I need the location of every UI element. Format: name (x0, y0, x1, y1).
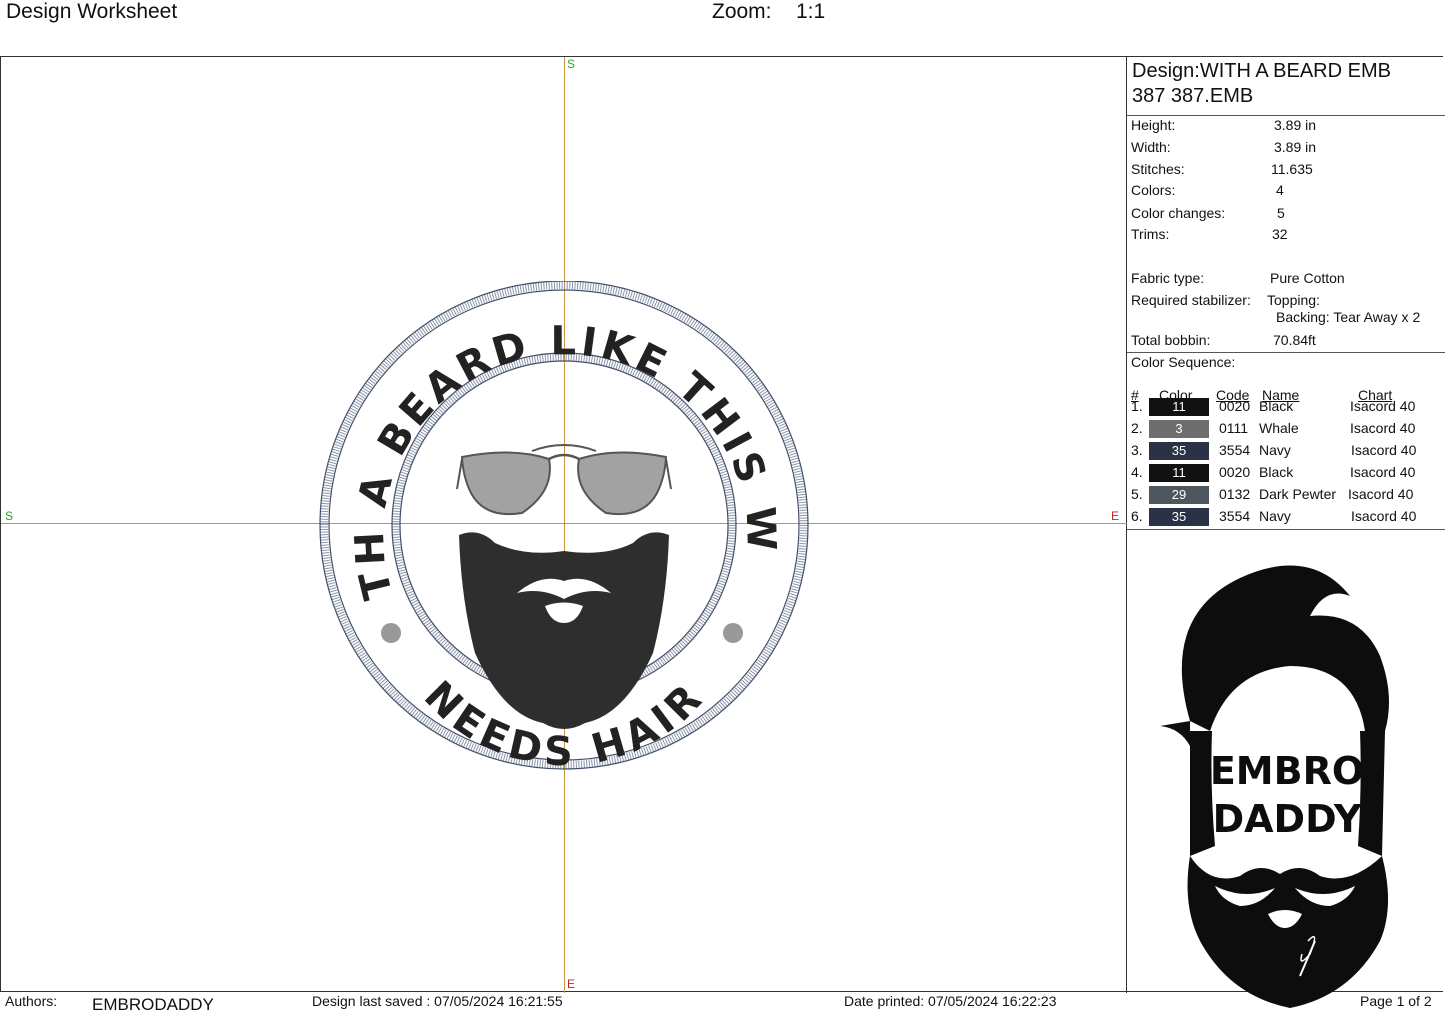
beard-mustache-icon (1187, 856, 1389, 1008)
seq-chart: Isacord 40 (1348, 486, 1414, 502)
color-swatch: 29 (1149, 486, 1209, 504)
seq-code: 3554 (1219, 508, 1251, 524)
color-swatch: 35 (1149, 508, 1209, 526)
stitch-dot-left (381, 623, 401, 643)
color-swatch: 11 (1149, 398, 1209, 416)
seq-num: 4. (1131, 464, 1143, 480)
seq-name: Black (1259, 398, 1294, 414)
color-sequence-row: 5. 29 0132 Dark Pewter Isacord 40 (1127, 484, 1445, 506)
seq-code: 0111 (1219, 420, 1249, 436)
page-number: Page 1 of 2 (1360, 993, 1432, 1009)
logo-line2: DADDY (1213, 797, 1362, 841)
seq-name: Black (1259, 464, 1294, 480)
seq-num: 2. (1131, 420, 1143, 436)
color-sequence-row: 6. 35 3554 Navy Isacord 40 (1127, 506, 1445, 528)
hair-icon (1160, 565, 1389, 746)
seq-code: 0020 (1219, 464, 1251, 480)
panel-divider (1127, 352, 1445, 353)
stabilizer-label: Required stabilizer: (1131, 292, 1251, 308)
seq-num: 1. (1131, 398, 1143, 414)
end-marker-right: E (1111, 509, 1120, 523)
seq-name: Dark Pewter (1259, 486, 1337, 502)
end-marker-bottom: E (567, 977, 576, 991)
sunglasses-icon (456, 444, 672, 515)
start-marker-top: S (567, 57, 576, 71)
prop-trims-label: Trims: (1131, 226, 1170, 242)
prop-stitches-value: 11.635 (1271, 161, 1313, 177)
prop-width-value: 3.89 in (1274, 139, 1317, 155)
logo-line1: EMBRO (1210, 749, 1364, 793)
seq-chart: Isacord 40 (1350, 464, 1416, 480)
fabric-value: Pure Cotton (1270, 270, 1345, 286)
authors-label: Authors: (5, 993, 58, 1009)
color-sequence-row: 4. 11 0020 Black Isacord 40 (1127, 462, 1445, 484)
prop-width-label: Width: (1131, 139, 1171, 155)
last-saved: Design last saved : 07/05/2024 16:21:55 (312, 993, 563, 1009)
color-sequence-row: 2. 3 0111 Whale Isacord 40 (1127, 418, 1445, 440)
prop-height-label: Height: (1131, 117, 1176, 133)
seq-code: 0132 (1219, 486, 1251, 502)
color-swatch: 11 (1149, 464, 1209, 482)
zoom-label: Zoom: (712, 0, 772, 23)
seq-num: 5. (1131, 486, 1143, 502)
bobbin-value: 70.84ft (1273, 332, 1316, 348)
prop-color-changes-label: Color changes: (1131, 205, 1226, 221)
prop-stitches-label: Stitches: (1131, 161, 1185, 177)
color-sequence-row: 1. 11 0020 Black Isacord 40 (1127, 396, 1445, 418)
zoom-value: 1:1 (796, 0, 826, 23)
bobbin-label: Total bobbin: (1131, 332, 1211, 348)
prop-trims-value: 32 (1272, 226, 1288, 242)
design-name: Design:WITH A BEARD EMB 387 387.EMB (1132, 60, 1391, 107)
topping-value: Topping: (1267, 292, 1320, 308)
beard-icon (459, 532, 669, 729)
stitch-dot-right (723, 623, 743, 643)
seq-num: 6. (1131, 508, 1143, 524)
color-sequence-title: Color Sequence: (1131, 354, 1236, 370)
authors-value: EMBRODADDY (92, 995, 214, 1014)
seq-chart: Isacord 40 (1350, 398, 1416, 414)
backing-value: Backing: Tear Away x 2 (1276, 309, 1421, 325)
color-swatch: 35 (1149, 442, 1209, 460)
embrodaddy-logo: EMBRO DADDY (1160, 565, 1389, 1008)
seq-num: 3. (1131, 442, 1143, 458)
color-swatch: 3 (1149, 420, 1209, 438)
panel-divider (1127, 115, 1445, 116)
seq-name: Navy (1259, 442, 1291, 458)
seq-name: Whale (1259, 420, 1299, 436)
prop-colors-label: Colors: (1131, 182, 1176, 198)
date-printed: Date printed: 07/05/2024 16:22:23 (844, 993, 1057, 1009)
start-marker-left: S (5, 509, 14, 523)
prop-height-value: 3.89 in (1274, 117, 1317, 133)
prop-color-changes-value: 5 (1277, 205, 1285, 221)
seq-chart: Isacord 40 (1351, 442, 1417, 458)
seq-code: 3554 (1219, 442, 1251, 458)
prop-colors-value: 4 (1276, 182, 1284, 198)
seq-name: Navy (1259, 508, 1291, 524)
worksheet-title: Design Worksheet (6, 0, 178, 23)
fabric-label: Fabric type: (1131, 270, 1205, 286)
seq-code: 0020 (1219, 398, 1251, 414)
panel-divider (1127, 529, 1445, 530)
seq-chart: Isacord 40 (1351, 508, 1417, 524)
color-sequence-row: 3. 35 3554 Navy Isacord 40 (1127, 440, 1445, 462)
seq-chart: Isacord 40 (1350, 420, 1416, 436)
embroidery-design: WITH A BEARD LIKE THIS WHO NEEDS HAIR (317, 281, 809, 775)
